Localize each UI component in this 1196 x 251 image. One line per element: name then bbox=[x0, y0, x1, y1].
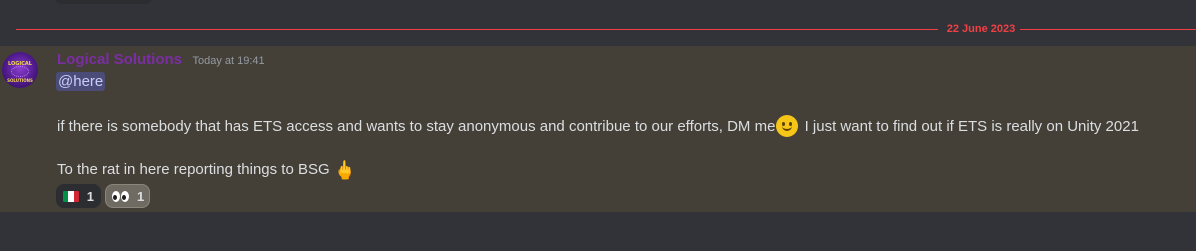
new-messages-divider-line bbox=[16, 29, 938, 30]
message-highlighted[interactable]: LOGICAL SOLUTIONS Logical Solutions Toda… bbox=[0, 46, 1196, 212]
avatar[interactable]: LOGICAL SOLUTIONS bbox=[2, 52, 38, 88]
previous-reaction-remnant bbox=[56, 0, 151, 4]
new-messages-divider-line bbox=[1020, 29, 1196, 30]
date-divider-label: 22 June 2023 bbox=[946, 23, 1016, 35]
message-text: I just want to find out if ETS is really… bbox=[800, 118, 1139, 135]
timestamp[interactable]: Today at 19:41 bbox=[192, 55, 264, 67]
message-line: if there is somebody that has ETS access… bbox=[57, 115, 1139, 138]
eyes-icon bbox=[112, 190, 129, 202]
middle-finger-icon: 🖕 bbox=[333, 160, 357, 180]
mention-here[interactable]: @here bbox=[56, 72, 106, 91]
avatar-logo-text: SOLUTIONS bbox=[7, 78, 33, 83]
message-header: Logical Solutions Today at 19:41 bbox=[57, 51, 265, 71]
reaction-count: 1 bbox=[137, 188, 145, 204]
reaction-count: 1 bbox=[86, 188, 94, 204]
flag-italy-icon bbox=[63, 190, 79, 202]
slightly-smiling-face-icon bbox=[776, 115, 799, 137]
reaction-eyes[interactable]: 1 bbox=[105, 184, 150, 208]
message-text: if there is somebody that has ETS access… bbox=[57, 118, 776, 135]
reaction-flag-italy[interactable]: 1 bbox=[56, 184, 101, 208]
username[interactable]: Logical Solutions bbox=[57, 51, 182, 68]
message-text: To the rat in here reporting things to B… bbox=[57, 161, 330, 178]
message-line: To the rat in here reporting things to B… bbox=[57, 159, 356, 181]
avatar-logo-graphic bbox=[11, 66, 29, 77]
